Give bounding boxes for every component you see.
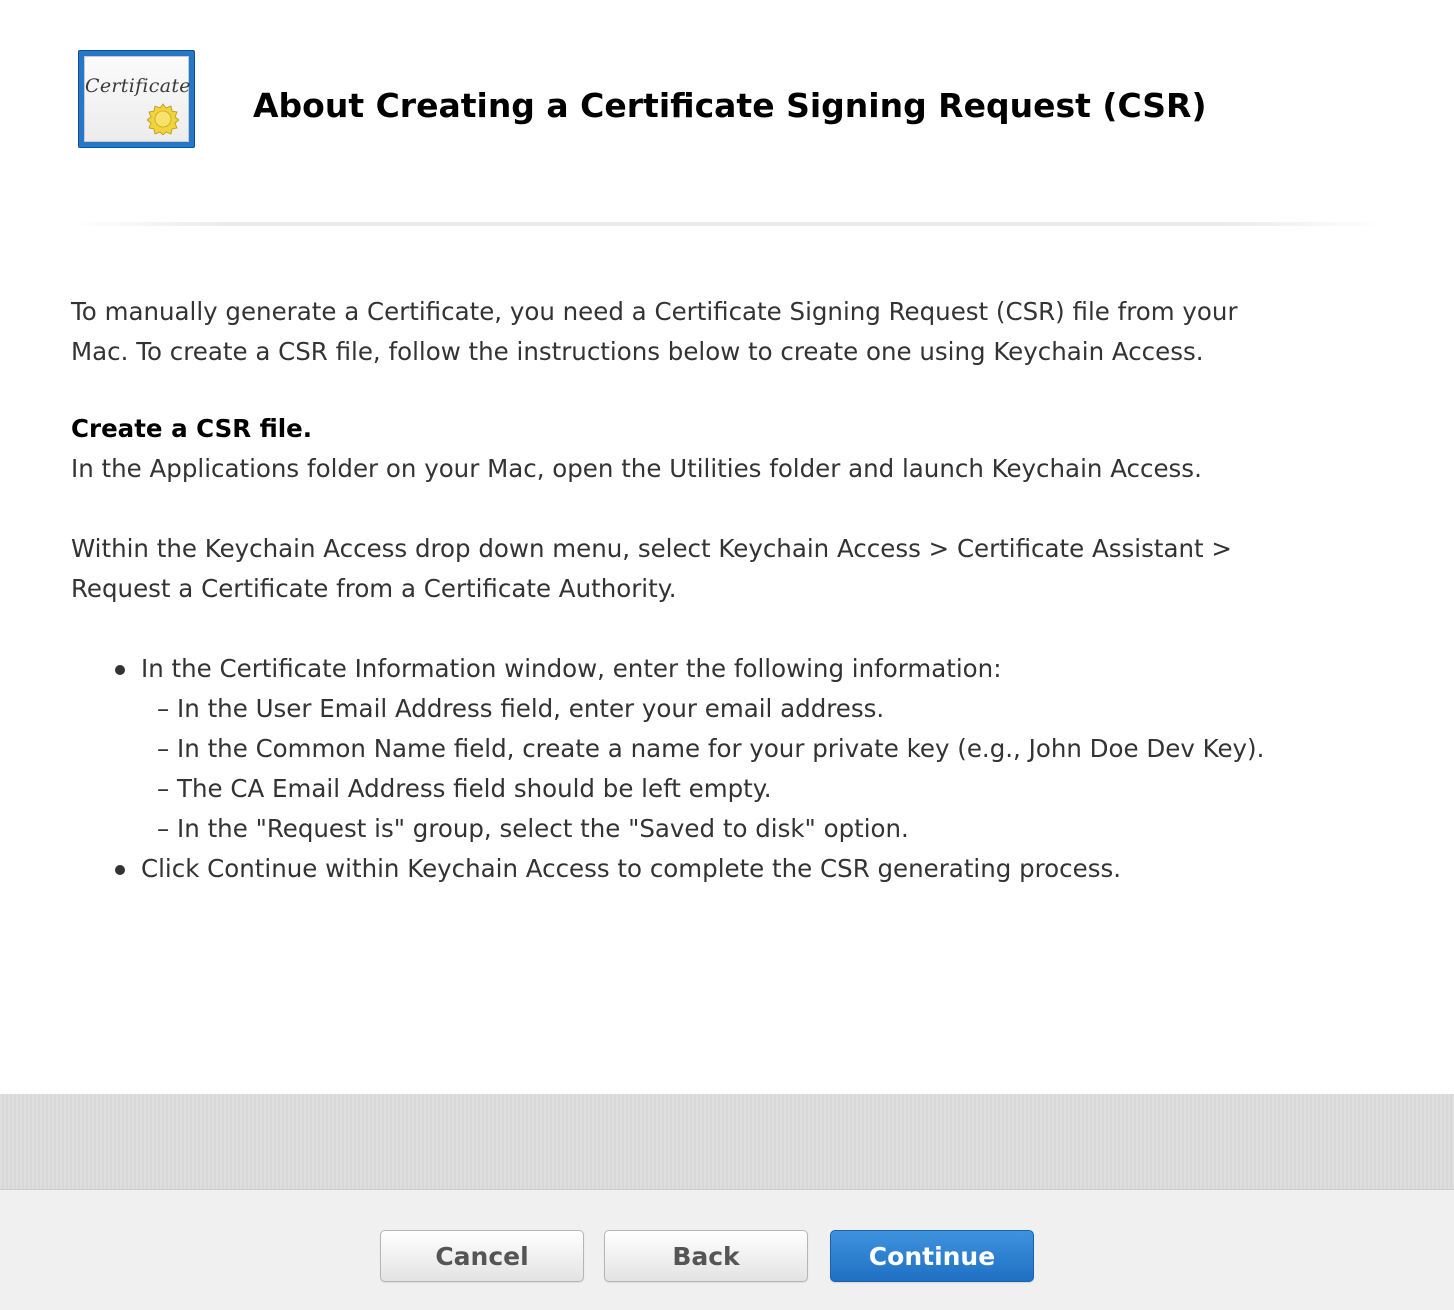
certificate-paper: Certificate (84, 56, 191, 142)
continue-button[interactable]: Continue (830, 1230, 1034, 1282)
list-item: Click Continue within Keychain Access to… (71, 849, 1411, 889)
intro-line-1: To manually generate a Certificate, you … (71, 297, 1238, 326)
page-title: About Creating a Certificate Signing Req… (253, 86, 1207, 125)
certificate-icon: Certificate (78, 50, 195, 148)
section-heading: Create a CSR file. (71, 414, 313, 443)
list-item-text: Click Continue within Keychain Access to… (141, 854, 1122, 883)
sub-item-email: – In the User Email Address field, enter… (157, 694, 885, 723)
intro-line-2: Mac. To create a CSR file, follow the in… (71, 337, 1204, 366)
footer-band (0, 1094, 1454, 1190)
instructions-content: To manually generate a Certificate, you … (71, 292, 1411, 889)
header-divider (70, 222, 1384, 226)
cancel-button[interactable]: Cancel (380, 1230, 584, 1282)
seal-icon (147, 103, 179, 135)
sub-item-saved-to-disk: – In the "Request is" group, select the … (157, 814, 909, 843)
certificate-icon-label: Certificate (85, 75, 191, 97)
step-menu-line-1: Within the Keychain Access drop down men… (71, 534, 1232, 563)
step-open-keychain: In the Applications folder on your Mac, … (71, 454, 1202, 483)
list-item: In the Certificate Information window, e… (71, 649, 1411, 689)
bullet-icon (115, 865, 125, 875)
sub-item-ca-email: – The CA Email Address field should be l… (157, 774, 772, 803)
list-item-text: In the Certificate Information window, e… (141, 654, 1002, 683)
csr-assistant-window: Certificate About Creating a Certificate… (0, 0, 1454, 1310)
bullet-icon (115, 665, 125, 675)
step-menu-line-2: Request a Certificate from a Certificate… (71, 574, 677, 603)
instruction-list: In the Certificate Information window, e… (71, 649, 1411, 889)
back-button[interactable]: Back (604, 1230, 808, 1282)
sub-item-common-name: – In the Common Name field, create a nam… (157, 734, 1265, 763)
